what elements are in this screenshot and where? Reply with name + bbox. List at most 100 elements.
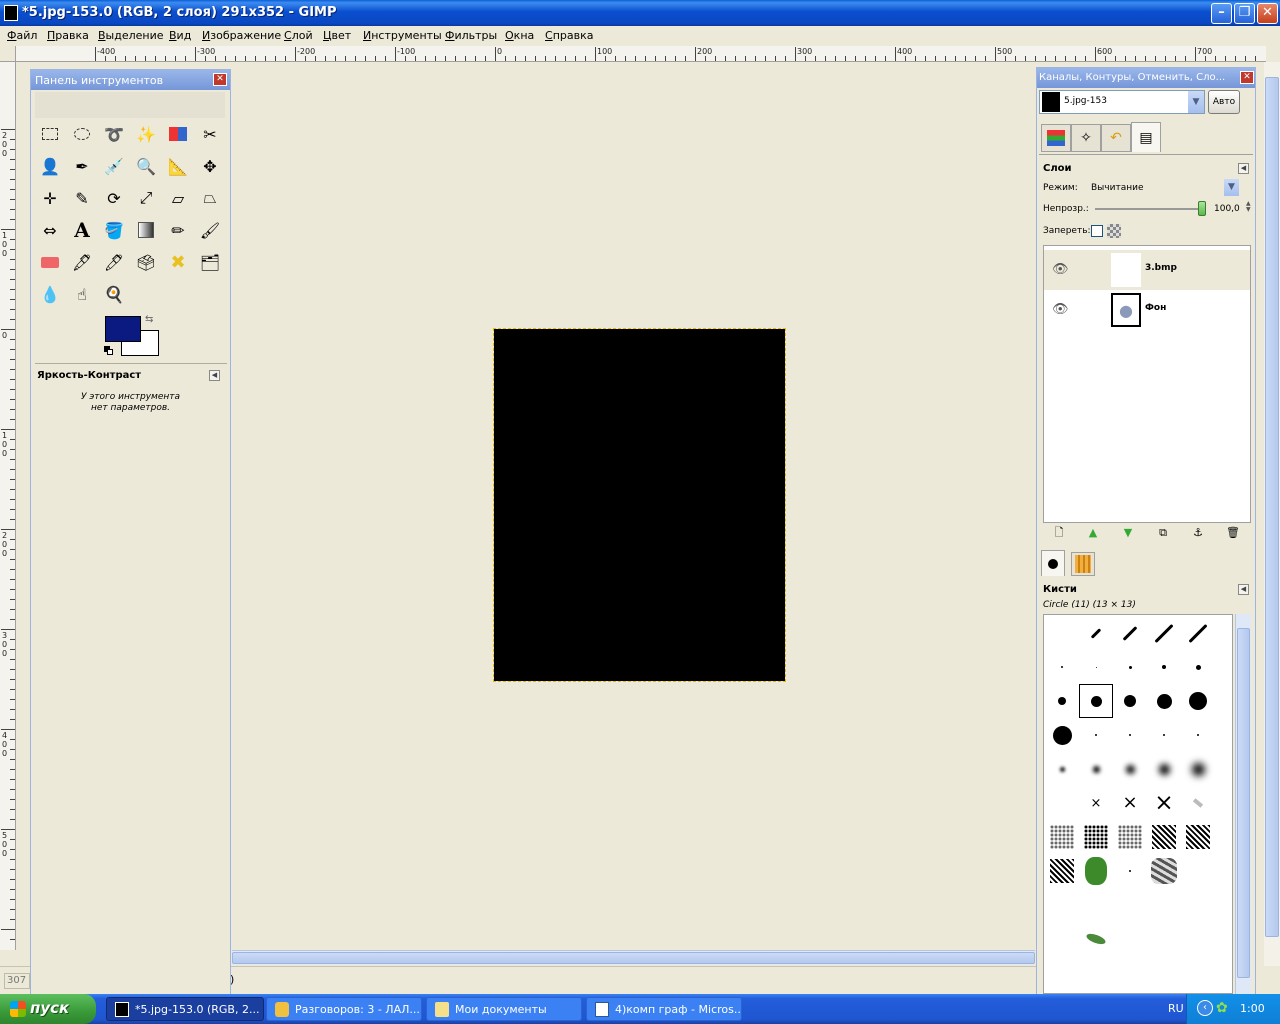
opacity-slider[interactable] [1095,208,1205,210]
brush-item[interactable] [1113,752,1147,786]
brush-item[interactable] [1079,888,1113,922]
blur-sharpen-tool[interactable]: 💧 [37,281,63,307]
brush-item[interactable] [1147,718,1181,752]
brush-item[interactable] [1113,718,1147,752]
brush-item[interactable] [1079,650,1113,684]
tab-paths[interactable]: ✧ [1071,124,1101,152]
brush-item[interactable] [1079,752,1113,786]
menu-filters[interactable]: Фильтры [445,29,497,42]
menu-help[interactable]: Справка [545,29,593,42]
language-indicator[interactable]: RU [1168,1002,1184,1015]
new-layer-icon[interactable]: 🗋 [1051,525,1067,541]
brush-item[interactable] [1147,854,1181,888]
raise-layer-icon[interactable]: ▲ [1085,525,1101,541]
vertical-ruler[interactable]: 200 100 0 100 200 300 400 500 [0,62,16,950]
free-select-tool[interactable]: ➰ [101,121,127,147]
brush-item[interactable] [1181,650,1215,684]
lock-alpha-icon[interactable] [1107,224,1121,238]
duplicate-layer-icon[interactable]: ⧉ [1155,525,1171,541]
auto-button[interactable]: Авто [1208,90,1240,114]
opacity-spin-arrows[interactable]: ▲ ▼ [1246,201,1251,213]
ruler-corner[interactable] [0,46,16,62]
eye-icon[interactable]: 👁 [1052,302,1069,317]
move-tool[interactable]: ✥ [197,153,223,179]
brush-item[interactable] [1181,718,1215,752]
vertical-scrollbar[interactable] [1264,62,1280,966]
tab-layers[interactable] [1041,124,1071,152]
brush-item[interactable] [1045,616,1079,650]
rect-select-tool[interactable] [37,121,63,147]
flip-tool[interactable]: ⇔ [37,217,63,243]
perspective-tool[interactable]: ⏢ [197,185,223,211]
brush-item[interactable] [1079,820,1113,854]
pencil-tool[interactable]: ✏ [165,217,191,243]
brush-item[interactable]: × [1147,786,1181,820]
brush-item[interactable] [1113,854,1147,888]
brush-item[interactable] [1181,854,1215,888]
brush-item[interactable] [1045,752,1079,786]
close-button[interactable]: ✕ [1257,3,1278,24]
brush-item[interactable] [1181,820,1215,854]
brush-item[interactable] [1113,820,1147,854]
brush-item[interactable] [1147,888,1181,922]
brush-item[interactable] [1045,820,1079,854]
menu-colors[interactable]: Цвет [323,29,351,42]
brush-item[interactable] [1113,888,1147,922]
brush-grid[interactable]: × × × [1043,614,1233,994]
menu-layer[interactable]: Слой [284,29,313,42]
clone-tool[interactable]: 🗳 [133,249,159,275]
dodge-burn-tool[interactable]: 🍳 [101,281,127,307]
brush-item[interactable] [1045,786,1079,820]
lower-layer-icon[interactable]: ▼ [1120,525,1136,541]
opacity-slider-handle[interactable] [1198,201,1206,216]
crop-tool[interactable]: ✎ [69,185,95,211]
foreground-select-tool[interactable]: 👤 [37,153,63,179]
smudge-tool[interactable]: ☝ [69,281,95,307]
shear-tool[interactable]: ▱ [165,185,191,211]
rotate-tool[interactable]: ⟳ [101,185,127,211]
chevron-down-icon[interactable]: ▼ [1224,179,1239,196]
tab-undo[interactable]: ↶ [1101,124,1131,152]
tray-collapse-icon[interactable]: ‹ [1197,1000,1213,1016]
taskbar-item-chat[interactable]: Разговоров: 3 - ЛАЛ... [266,997,422,1021]
measure-tool[interactable]: 📐 [165,153,191,179]
brush-item[interactable] [1079,718,1113,752]
taskbar-item-gimp[interactable]: *5.jpg-153.0 (RGB, 2... [106,997,264,1021]
menu-edit[interactable]: Правка [47,29,89,42]
brush-item[interactable] [1045,718,1079,752]
brush-item[interactable]: × [1079,786,1113,820]
brush-item[interactable] [1045,922,1079,956]
brush-item[interactable] [1181,888,1215,922]
chevron-down-icon[interactable]: ▼ [1188,91,1204,113]
scrollbar-thumb[interactable] [1237,628,1250,978]
brush-item[interactable] [1181,786,1215,820]
foreground-color-front[interactable] [105,316,141,342]
mode-select[interactable]: Вычитание ▼ [1087,179,1239,196]
blend-tool[interactable] [133,217,159,243]
fuzzy-select-tool[interactable]: ✨ [133,121,159,147]
layer-row[interactable]: 👁 ● Фон [1044,290,1250,330]
airbrush-tool[interactable]: 🖋 [69,249,95,275]
brushes-menu-button[interactable]: ◀ [1238,584,1249,595]
menu-view[interactable]: Вид [169,29,191,42]
align-tool[interactable]: ✛ [37,185,63,211]
scissors-tool[interactable]: ✂ [197,121,223,147]
brush-item[interactable] [1079,854,1113,888]
brush-item[interactable] [1113,616,1147,650]
scrollbar-thumb[interactable] [232,952,1035,964]
layers-menu-button[interactable]: ◀ [1238,163,1249,174]
swap-colors-icon[interactable]: ⇆ [145,314,153,325]
layer-list[interactable]: 👁 3.bmp 👁 ● Фон [1043,245,1251,523]
brush-item[interactable] [1045,684,1079,718]
brush-item[interactable] [1181,684,1215,718]
layer-row[interactable]: 👁 3.bmp [1044,250,1250,290]
maximize-button[interactable]: ❐ [1234,3,1255,24]
menu-tools[interactable]: Инструменты [363,29,442,42]
eraser-tool[interactable] [37,249,63,275]
eye-icon[interactable]: 👁 [1052,262,1069,277]
brush-item[interactable] [1147,616,1181,650]
brush-item[interactable] [1045,650,1079,684]
icq-flower-icon[interactable]: ✿ [1216,1000,1228,1016]
brush-scrollbar[interactable] [1235,614,1251,994]
brush-item[interactable] [1079,684,1113,718]
